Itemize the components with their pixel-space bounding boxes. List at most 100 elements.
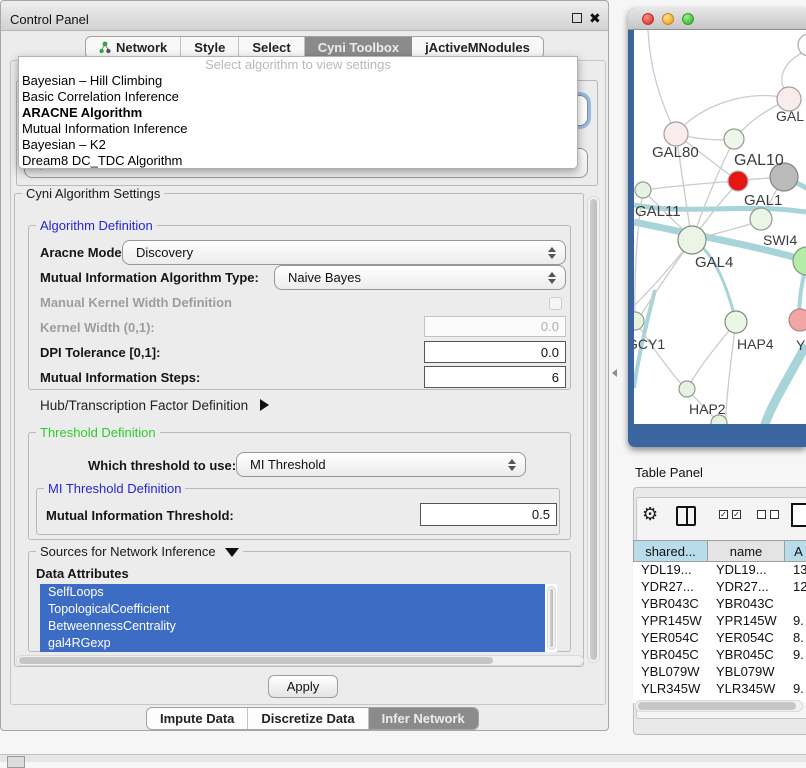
node-HAP4[interactable] <box>725 311 747 333</box>
algorithm-dropdown-popup: Select algorithm to view settings Bayesi… <box>18 56 578 169</box>
mi-type-combobox[interactable]: Naive Bayes <box>274 265 566 290</box>
table-row[interactable]: YDR27...YDR27...12 <box>633 579 806 596</box>
algorithm-option[interactable]: Dream8 DC_TDC Algorithm <box>19 153 577 169</box>
bottom-tab-discretize-data[interactable]: Discretize Data <box>248 708 368 729</box>
node-label-GAL11: GAL11 <box>635 203 681 220</box>
apply-button[interactable]: Apply <box>268 675 338 698</box>
attribute-list-item[interactable]: gal4RGexp <box>40 635 545 652</box>
node-GAL11[interactable] <box>635 182 651 198</box>
algorithm-option[interactable]: Basic Correlation Inference <box>19 89 577 105</box>
node-GAL4[interactable] <box>678 226 706 254</box>
node-SWI4[interactable] <box>793 247 806 275</box>
sources-group-title[interactable]: Sources for Network Inference <box>36 544 243 559</box>
tab-label: jActiveMNodules <box>425 40 530 55</box>
tab-style[interactable]: Style <box>181 37 239 58</box>
tab-jactivemnodules[interactable]: jActiveMNodules <box>412 37 543 58</box>
split-pane-handle-icon[interactable] <box>612 369 617 377</box>
close-icon[interactable]: ✖ <box>589 10 601 27</box>
show-columns-icon[interactable]: ✓ ✓ <box>719 510 741 519</box>
cyni-bottom-tab-bar: Impute DataDiscretize DataInfer Network <box>146 707 479 730</box>
node-GAL80[interactable] <box>664 122 688 146</box>
float-window-icon[interactable] <box>572 13 582 23</box>
which-threshold-combobox[interactable]: MI Threshold <box>236 452 526 477</box>
control-panel-titlebar <box>1 7 608 31</box>
algorithm-definition-title: Algorithm Definition <box>36 218 157 233</box>
table-horizontal-scrollbar[interactable] <box>635 700 803 712</box>
node-labels: GALGAL80GAL10GAL11GAL1GAL4SWI4GCY1HAP4YH… <box>634 108 806 417</box>
algorithm-option[interactable]: Bayesian – K2 <box>19 137 577 153</box>
table-row[interactable]: YLR345WYLR345W9. <box>633 681 806 698</box>
bottom-tab-impute-data[interactable]: Impute Data <box>147 708 248 729</box>
unchecked-box-icon <box>770 510 779 519</box>
table-row[interactable]: YBL079WYBL079W <box>633 664 806 681</box>
manual-kernel-checkbox[interactable] <box>549 297 562 310</box>
aracne-mode-combobox[interactable]: Discovery <box>122 240 566 265</box>
bottom-tab-infer-network[interactable]: Infer Network <box>369 708 478 729</box>
node-label-gal-upper: GAL <box>776 108 804 124</box>
node-GCY1[interactable] <box>634 312 644 330</box>
gear-icon[interactable]: ⚙ <box>642 504 658 525</box>
manual-kernel-label: Manual Kernel Width Definition <box>40 295 232 310</box>
hub-expander[interactable]: Hub/Transcription Factor Definition <box>40 398 269 413</box>
table-row[interactable]: YPR145WYPR145W9. <box>633 613 806 630</box>
node-Y-node[interactable] <box>789 309 806 331</box>
attribute-list-item[interactable]: BetweennessCentrality <box>40 618 545 635</box>
unchecked-box-icon <box>757 510 766 519</box>
dpi-tolerance-field[interactable]: 0.0 <box>424 341 566 363</box>
column-header[interactable]: shared... <box>633 540 708 562</box>
table-cell: YBR043C <box>708 596 785 613</box>
table-cell: YBL079W <box>633 664 708 681</box>
node-table[interactable]: YDL19...YDL19...13YDR27...YDR27...12YBR0… <box>633 562 806 703</box>
table-header-row[interactable]: shared...nameA <box>633 540 806 562</box>
node-partial-top[interactable] <box>798 34 806 56</box>
network-canvas[interactable]: GALGAL80GAL10GAL11GAL1GAL4SWI4GCY1HAP4YH… <box>634 30 806 424</box>
table-row[interactable]: YBR043CYBR043C <box>633 596 806 613</box>
tab-label: Style <box>194 40 225 55</box>
table-cell: YDL19... <box>633 562 708 579</box>
node-GAL10[interactable] <box>724 129 744 149</box>
algorithm-option[interactable]: Mutual Information Inference <box>19 121 577 137</box>
file-icon[interactable] <box>791 503 806 527</box>
node-label-Y-node: Y <box>796 337 806 353</box>
settings-horizontal-scrollbar[interactable] <box>16 655 584 666</box>
settings-vertical-scrollbar[interactable] <box>587 196 600 663</box>
column-header[interactable]: name <box>708 540 785 562</box>
table-cell: YDR27... <box>633 579 708 596</box>
table-cell: 8. <box>785 630 806 647</box>
bottom-panel-button[interactable] <box>7 756 25 768</box>
kernel-width-field: 0.0 <box>424 316 566 337</box>
zoom-traffic-light-icon[interactable] <box>682 13 694 25</box>
close-traffic-light-icon[interactable] <box>642 13 654 25</box>
attributes-scrollbar[interactable] <box>547 586 556 650</box>
threshold-definition-title: Threshold Definition <box>36 425 160 440</box>
algorithm-option[interactable]: ARACNE Algorithm <box>19 105 577 121</box>
hide-columns-icon[interactable] <box>757 510 779 519</box>
attribute-list-item[interactable]: SelfLoops <box>40 584 545 601</box>
mi-steps-field[interactable]: 6 <box>424 366 566 388</box>
columns-icon[interactable] <box>676 506 696 526</box>
attribute-list-item[interactable]: TopologicalCoefficient <box>40 601 545 618</box>
table-row[interactable]: YBR045CYBR045C9. <box>633 647 806 664</box>
node-label-GAL10: GAL10 <box>734 152 784 169</box>
data-attributes-list[interactable]: SelfLoopsTopologicalCoefficientBetweenne… <box>40 584 557 652</box>
table-cell: 12 <box>785 579 806 596</box>
node-HAP2[interactable] <box>679 381 695 397</box>
minimize-traffic-light-icon[interactable] <box>662 13 674 25</box>
table-row[interactable]: YER054CYER054C8. <box>633 630 806 647</box>
table-cell: YPR145W <box>708 613 785 630</box>
mi-threshold-field[interactable]: 0.5 <box>420 503 557 526</box>
tab-network[interactable]: Network <box>86 37 181 58</box>
tab-select[interactable]: Select <box>239 37 304 58</box>
tab-label: Network <box>116 40 167 55</box>
table-cell: YER054C <box>708 630 785 647</box>
table-cell: YBR045C <box>633 647 708 664</box>
node-label-GCY1: GCY1 <box>634 336 665 352</box>
node-GAL1[interactable] <box>750 208 772 230</box>
column-header[interactable]: A <box>785 540 806 562</box>
tab-cyni-toolbox[interactable]: Cyni Toolbox <box>305 37 412 58</box>
collapse-arrow-icon <box>225 548 239 557</box>
table-row[interactable]: YDL19...YDL19...13 <box>633 562 806 579</box>
algorithm-option[interactable]: Bayesian – Hill Climbing <box>19 73 577 89</box>
tab-label: Select <box>252 40 290 55</box>
node-red-node[interactable] <box>728 171 748 191</box>
